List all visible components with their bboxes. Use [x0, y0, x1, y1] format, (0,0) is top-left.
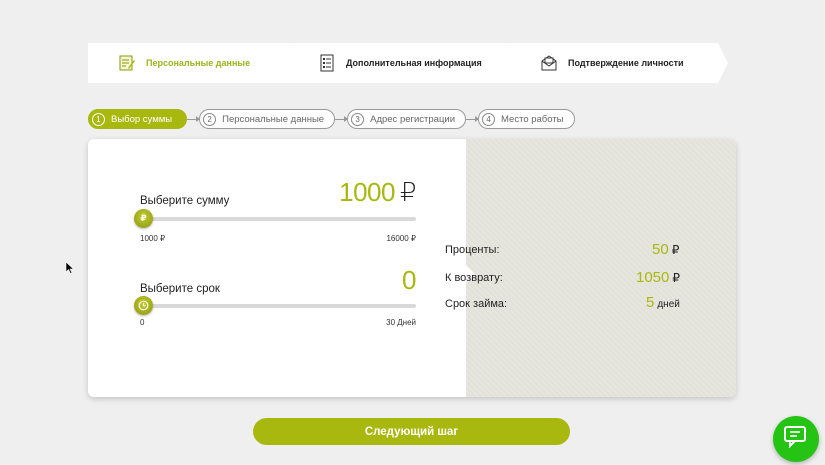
substep-number: 4 — [482, 112, 496, 126]
envelope-icon — [540, 54, 558, 72]
amount-min: 1000 ₽ — [140, 234, 166, 243]
substep-arrow — [187, 115, 201, 122]
interest-label: Проценты: — [445, 244, 500, 256]
form-edit-icon — [118, 54, 136, 72]
return-label: К возврату: — [445, 272, 503, 284]
amount-label: Выберите сумму — [140, 195, 230, 207]
term-min: 0 — [140, 318, 145, 327]
summary-panel — [466, 139, 736, 397]
substep-label: Адрес регистрации — [370, 113, 456, 125]
amount-slider-track[interactable] — [140, 217, 416, 221]
step-label: Подтверждение личности — [568, 58, 684, 68]
substep-label: Место работы — [501, 113, 564, 125]
step-identity-confirmation[interactable]: Подтверждение личности — [510, 43, 728, 83]
substep-arrow — [335, 115, 349, 122]
term-label: Выберите срок — [140, 283, 220, 295]
clock-icon — [138, 300, 149, 311]
interest-unit: ₽ — [671, 243, 680, 257]
amount-slider-thumb[interactable]: ₽ — [134, 209, 153, 228]
substep-number: 3 — [351, 112, 365, 126]
substeps: 1 Выбор суммы 2 Персональные данные 3 Ад… — [88, 109, 575, 129]
step-label: Персональные данные — [146, 58, 251, 68]
term-slider-thumb[interactable] — [134, 296, 153, 315]
return-unit: ₽ — [672, 271, 681, 285]
amount-max: 16000 ₽ — [386, 234, 416, 243]
progress-steps: Персональные данные Дополнительная инфор… — [88, 43, 728, 83]
step-personal-data[interactable]: Персональные данные — [88, 43, 298, 83]
term-slider-track[interactable] — [140, 304, 416, 308]
amount-slider-block: 1000 ₽ Выберите сумму ₽ 1000 ₽ 16000 ₽ — [134, 177, 417, 247]
loan-calculator-card: 1000 ₽ Выберите сумму ₽ 1000 ₽ 16000 ₽ 0 … — [88, 139, 736, 397]
substep-personal-data[interactable]: 2 Персональные данные — [199, 109, 336, 129]
step-additional-info[interactable]: Дополнительная информация — [288, 43, 520, 83]
return-value: 1050 — [636, 269, 670, 286]
loan-term-value-display: 5 дней — [646, 294, 680, 311]
term-slider-block: 0 Выберите срок 0 30 Дней — [134, 265, 416, 335]
loan-term-unit: дней — [657, 299, 680, 310]
interest-value-display: 50 ₽ — [652, 241, 679, 258]
substep-number: 1 — [92, 112, 105, 126]
amount-currency: ₽ — [399, 177, 417, 207]
term-max: 30 Дней — [386, 318, 416, 327]
substep-registration-address[interactable]: 3 Адрес регистрации — [347, 109, 467, 129]
mouse-cursor-icon — [66, 262, 74, 274]
next-step-button[interactable]: Следующий шаг — [253, 418, 570, 445]
term-value: 0 — [402, 265, 416, 295]
substep-amount[interactable]: 1 Выбор суммы — [88, 109, 188, 129]
substep-label: Персональные данные — [222, 113, 325, 125]
substep-label: Выбор суммы — [111, 113, 173, 125]
step-label: Дополнительная информация — [346, 58, 482, 68]
chat-button[interactable] — [773, 416, 819, 462]
loan-term-label: Срок займа: — [445, 298, 508, 310]
loan-term-value: 5 — [646, 294, 655, 311]
amount-value: 1000 — [339, 177, 395, 207]
substep-workplace[interactable]: 4 Место работы — [478, 109, 575, 129]
return-value-display: 1050 ₽ — [636, 269, 680, 286]
substep-arrow — [466, 115, 480, 122]
document-list-icon — [318, 54, 336, 72]
substep-number: 2 — [203, 112, 217, 126]
chat-bubble-icon — [784, 425, 808, 453]
amount-value-display: 1000 ₽ — [339, 177, 416, 208]
interest-value: 50 — [652, 241, 669, 258]
